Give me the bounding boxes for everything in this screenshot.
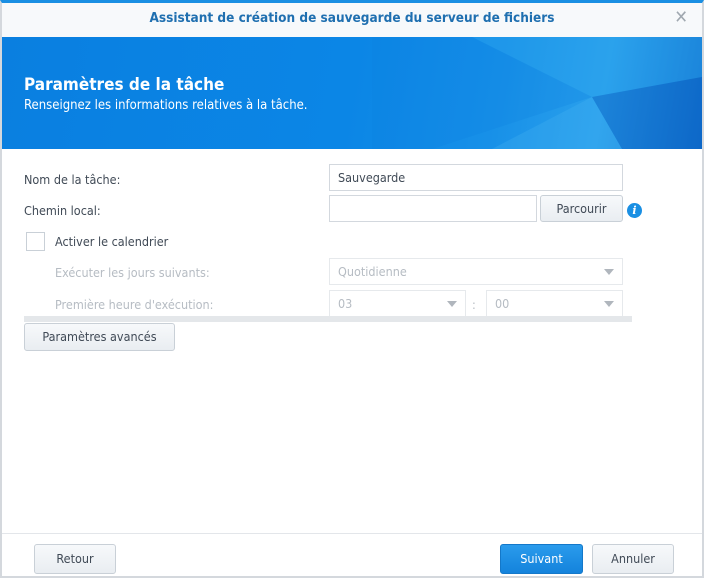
time-separator: : bbox=[472, 297, 476, 312]
close-icon[interactable]: ✕ bbox=[674, 3, 688, 33]
schedule-checkbox[interactable] bbox=[26, 232, 45, 251]
browse-button[interactable]: Parcourir bbox=[540, 195, 623, 222]
footer-divider bbox=[2, 533, 702, 534]
page-title: Paramètres de la tâche bbox=[24, 75, 225, 95]
hour-value: 03 bbox=[338, 296, 353, 311]
chevron-down-icon bbox=[604, 301, 614, 307]
local-path-input[interactable] bbox=[329, 195, 537, 222]
page-subtitle: Renseignez les informations relatives à … bbox=[24, 98, 308, 113]
minute-select[interactable]: 00 bbox=[486, 290, 623, 317]
info-icon[interactable]: i bbox=[627, 203, 642, 218]
days-value: Quotidienne bbox=[338, 264, 407, 279]
days-label: Exécuter les jours suivants: bbox=[55, 265, 210, 280]
chevron-down-icon bbox=[604, 269, 614, 275]
days-select[interactable]: Quotidienne bbox=[329, 258, 623, 285]
local-path-label: Chemin local: bbox=[24, 203, 101, 218]
horizontal-scrollbar[interactable] bbox=[24, 316, 632, 322]
title-bar: Assistant de création de sauvegarde du s… bbox=[2, 3, 702, 37]
back-button[interactable]: Retour bbox=[34, 544, 116, 574]
schedule-label: Activer le calendrier bbox=[55, 234, 169, 249]
minute-value: 00 bbox=[495, 296, 510, 311]
task-name-input[interactable]: Sauvegarde bbox=[329, 164, 623, 191]
window-title: Assistant de création de sauvegarde du s… bbox=[149, 10, 555, 26]
next-button[interactable]: Suivant bbox=[500, 544, 583, 574]
hour-select[interactable]: 03 bbox=[329, 290, 466, 317]
advanced-settings-button[interactable]: Paramètres avancés bbox=[24, 323, 175, 351]
cancel-button[interactable]: Annuler bbox=[592, 544, 674, 574]
wizard-window: Assistant de création de sauvegarde du s… bbox=[0, 0, 704, 578]
task-name-label: Nom de la tâche: bbox=[24, 172, 121, 187]
first-time-label: Première heure d'exécution: bbox=[55, 297, 214, 312]
header-banner: Paramètres de la tâche Renseignez les in… bbox=[2, 37, 702, 149]
chevron-down-icon bbox=[447, 301, 457, 307]
banner-decoration bbox=[372, 37, 702, 149]
